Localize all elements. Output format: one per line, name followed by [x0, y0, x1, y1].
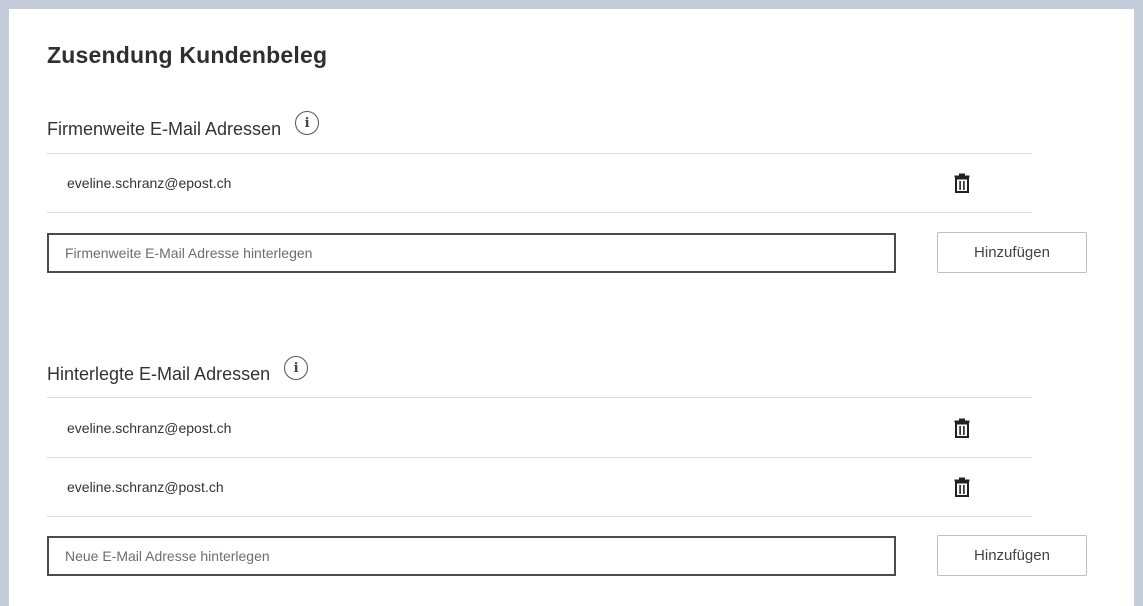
stored-emails-heading: Hinterlegte E-Mail Adressen i	[47, 356, 309, 386]
page-title: Zusendung Kundenbeleg	[47, 42, 328, 68]
company-email-input[interactable]	[47, 233, 896, 273]
info-icon[interactable]: i	[284, 356, 309, 380]
list-item: eveline.schranz@epost.ch	[47, 153, 1032, 213]
company-emails-heading-label: Firmenweite E-Mail Adressen	[47, 118, 282, 139]
add-company-email-button[interactable]: Hinzufügen	[937, 232, 1087, 273]
stored-emails-heading-label: Hinterlegte E-Mail Adressen	[47, 363, 271, 384]
email-address: eveline.schranz@epost.ch	[67, 175, 232, 191]
add-email-button[interactable]: Hinzufügen	[937, 535, 1087, 576]
trash-icon[interactable]	[952, 476, 972, 498]
company-emails-heading: Firmenweite E-Mail Adressen i	[47, 111, 320, 141]
new-email-input[interactable]	[47, 536, 896, 576]
email-address: eveline.schranz@post.ch	[67, 479, 224, 495]
list-item: eveline.schranz@epost.ch	[47, 397, 1032, 457]
trash-icon[interactable]	[952, 172, 972, 194]
info-icon[interactable]: i	[295, 111, 320, 135]
list-item: eveline.schranz@post.ch	[47, 457, 1032, 517]
trash-icon[interactable]	[952, 417, 972, 439]
email-address: eveline.schranz@epost.ch	[67, 419, 232, 436]
